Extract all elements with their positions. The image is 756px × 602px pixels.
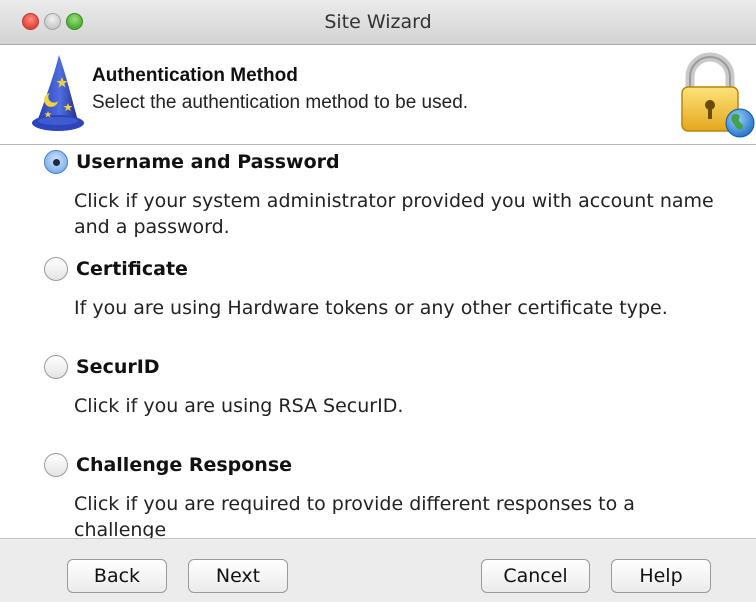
next-button[interactable]: Next <box>188 559 288 593</box>
button-bar: Back Next Cancel Help <box>0 538 756 602</box>
radio-challenge-response[interactable] <box>44 453 68 477</box>
lock-globe-icon <box>681 52 755 138</box>
option-label[interactable]: SecurID <box>76 355 160 380</box>
header-title: Authentication Method <box>92 65 298 86</box>
window-title: Site Wizard <box>324 11 432 33</box>
options-panel: Username and Password Click if your syst… <box>0 145 756 541</box>
site-wizard-window: Site Wizard Authentication Method Select… <box>0 0 756 602</box>
option-description: If you are using Hardware tokens or any … <box>74 297 668 319</box>
option-label[interactable]: Username and Password <box>76 150 340 175</box>
radio-certificate[interactable] <box>44 257 68 281</box>
help-button[interactable]: Help <box>611 559 711 593</box>
option-description: Click if you are required to provide dif… <box>74 493 635 541</box>
back-button[interactable]: Back <box>67 559 167 593</box>
option-label[interactable]: Certificate <box>76 257 188 282</box>
cancel-button[interactable]: Cancel <box>481 559 590 593</box>
option-description: Click if you are using RSA SecurID. <box>74 395 404 417</box>
option-description: Click if your system administrator provi… <box>74 190 714 238</box>
option-label[interactable]: Challenge Response <box>76 453 292 478</box>
wizard-hat-icon <box>32 55 84 131</box>
radio-username-password[interactable] <box>44 150 68 174</box>
header-subtitle: Select the authentication method to be u… <box>92 92 469 113</box>
title-bar[interactable]: Site Wizard <box>0 0 756 45</box>
wizard-header: Authentication Method Select the authent… <box>0 45 756 145</box>
radio-securid[interactable] <box>44 355 68 379</box>
